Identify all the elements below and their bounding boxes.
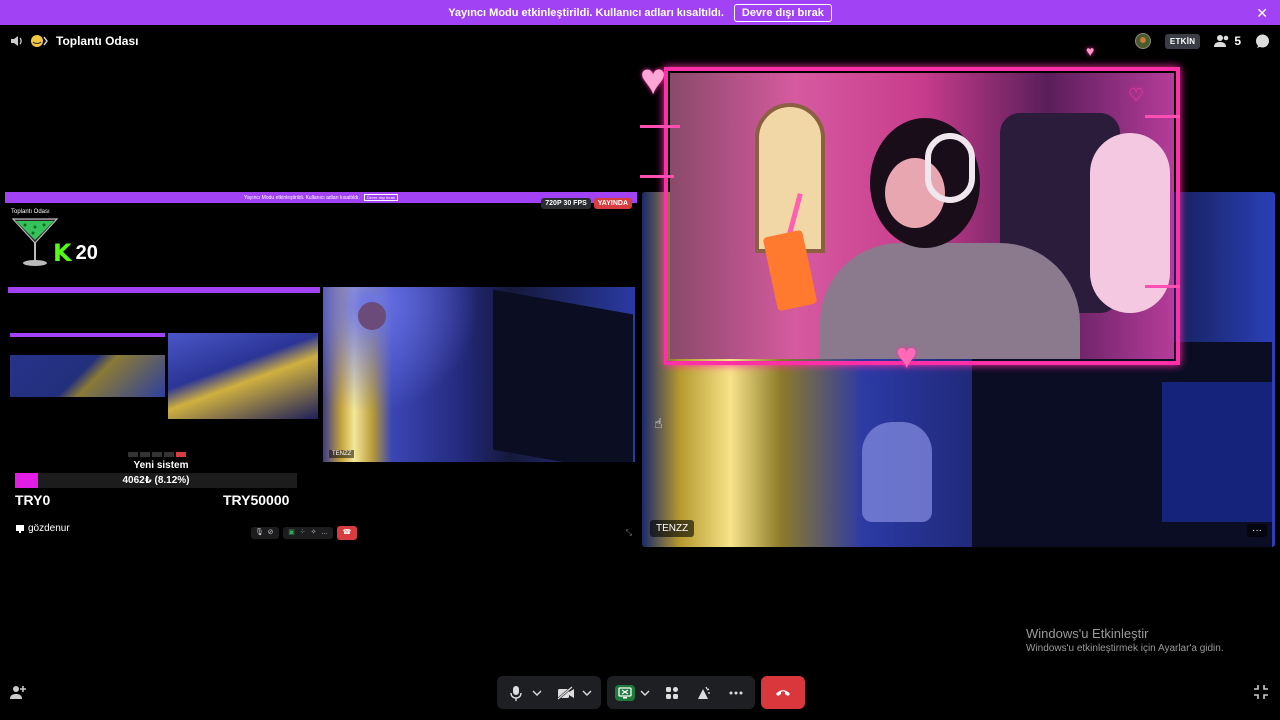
streamer-webcam-overlay: ♥ ♥ ♥ ♡ xyxy=(640,43,1180,376)
cocktail-icon xyxy=(11,218,59,266)
monitor-shape xyxy=(493,289,633,462)
streamer-mode-banner: Yayıncı Modu etkinleştirildi. Kullanıcı … xyxy=(0,0,1280,25)
heart-icon: ♥ xyxy=(896,335,918,376)
circuit-line xyxy=(640,175,674,178)
mini-hangup-icon: ☎ xyxy=(337,526,357,540)
mini-group-2: ▣ ⁘ ✧ … xyxy=(283,527,333,539)
system-progress-bar: 4062₺ (8.12%) xyxy=(15,473,297,488)
hangup-icon[interactable] xyxy=(761,676,805,709)
mic-icon[interactable] xyxy=(505,682,527,704)
mic-options-chevron-icon[interactable] xyxy=(531,682,543,704)
stream-user-name: gözdenur xyxy=(28,523,70,534)
mini-more-icon: … xyxy=(321,529,328,536)
kick-counter: K 20 xyxy=(53,239,98,267)
camera-options-chevron-icon[interactable] xyxy=(581,682,593,704)
mini-cam-icon: ⊘ xyxy=(267,529,274,536)
mini-banner-button: Devre dışı bırak xyxy=(363,194,399,201)
nested-camera-feed: TENZZ xyxy=(323,287,635,462)
live-badge: ETKİN xyxy=(1164,33,1201,49)
live-stream-badge: YAYINDA xyxy=(593,198,632,209)
mini-apps-icon: ⁘ xyxy=(299,529,306,536)
kick-logo-icon: K xyxy=(53,239,72,267)
screen-icon xyxy=(16,524,24,533)
fullscreen-exit-icon[interactable] xyxy=(1253,684,1269,705)
mini-banner-text: Yayıncı Modu etkinleştirildi. Kullanıcı … xyxy=(243,194,360,201)
nested-cam-2 xyxy=(168,333,318,419)
nested-inner-banner xyxy=(10,333,165,337)
mini-share-icon: ▣ xyxy=(288,529,295,536)
soundboard-icon[interactable] xyxy=(693,682,715,704)
speaker-icon[interactable] xyxy=(10,34,24,48)
pink-frame xyxy=(664,67,1180,365)
resolution-badge: 720P 30 FPS xyxy=(541,198,591,209)
chat-icon[interactable] xyxy=(1255,34,1270,49)
nested-ctrl xyxy=(128,452,138,457)
heart-icon: ♥ xyxy=(640,55,667,104)
nested-ctrl-end xyxy=(176,452,186,457)
screen-share-chevron-icon[interactable] xyxy=(639,682,651,704)
mini-mic-icon: 🎙 xyxy=(255,529,264,536)
lamp-shape xyxy=(358,302,386,330)
emoji-icon xyxy=(30,34,50,48)
watermark-subtitle: Windows'u etkinleştirmek için Ayarlar'a … xyxy=(1026,643,1224,654)
room-title: Toplantı Odası xyxy=(56,34,139,48)
windows-activation-watermark: Windows'u Etkinleştir Windows'u etkinleş… xyxy=(1026,626,1224,654)
range-max: TRY50000 xyxy=(223,492,290,508)
avatar-icon[interactable] xyxy=(1134,33,1151,49)
screen-share-tile[interactable]: Yayıncı Modu etkinleştirildi. Kullanıcı … xyxy=(5,192,637,547)
audio-video-group xyxy=(497,676,601,709)
more-icon[interactable] xyxy=(725,682,747,704)
more-options-button[interactable]: ··· xyxy=(1247,524,1267,537)
disable-streamer-mode-button[interactable]: Devre dışı bırak xyxy=(733,3,832,22)
nested-controls xyxy=(128,452,186,457)
system-progress-text: 4062₺ (8.12%) xyxy=(122,475,190,486)
screen-share-icon[interactable] xyxy=(615,684,635,701)
banner-text: Yayıncı Modu etkinleştirildi. Kullanıcı … xyxy=(448,6,724,19)
circuit-line xyxy=(1145,115,1180,118)
participant-count: 5 xyxy=(1234,34,1241,48)
hand-cursor-icon: ☝ xyxy=(654,415,663,431)
call-controls xyxy=(497,676,805,709)
nested-cam-name: TENZZ xyxy=(329,450,355,458)
stream-badges: 720P 30 FPS YAYINDA xyxy=(541,198,632,209)
hand-shape xyxy=(862,422,932,522)
kick-count: 20 xyxy=(75,241,98,264)
nested-banner xyxy=(8,287,320,293)
watermark-title: Windows'u Etkinleştir xyxy=(1026,626,1149,641)
heart-icon: ♡ xyxy=(1128,85,1145,105)
mini-call-controls: 🎙 ⊘ ▣ ⁘ ✧ … ☎ xyxy=(251,526,357,540)
activities-group xyxy=(607,676,755,709)
camera-user-name: TENZZ xyxy=(650,520,695,537)
pc-shape xyxy=(1162,382,1272,522)
add-person-icon[interactable] xyxy=(10,684,26,705)
nested-ctrl xyxy=(152,452,162,457)
mini-group-1: 🎙 ⊘ xyxy=(251,527,279,539)
circuit-line xyxy=(1145,285,1180,288)
close-icon[interactable]: ✕ xyxy=(1256,5,1268,22)
activities-icon[interactable] xyxy=(661,682,683,704)
system-title: Yeni sistem xyxy=(133,460,189,471)
people-icon[interactable]: 5 xyxy=(1214,34,1241,48)
heart-icon: ♥ xyxy=(1086,43,1095,59)
nested-ctrl xyxy=(140,452,150,457)
mini-fullscreen-icon: ⤡ xyxy=(625,528,632,537)
nested-screen-share xyxy=(8,287,320,457)
circuit-line xyxy=(640,125,680,128)
mini-sound-icon: ✧ xyxy=(310,529,317,536)
range-min: TRY0 xyxy=(15,492,51,508)
nested-ctrl xyxy=(164,452,174,457)
camera-off-icon[interactable] xyxy=(555,682,577,704)
nested-cam-1 xyxy=(10,355,165,397)
stream-user: gözdenur xyxy=(15,523,70,534)
